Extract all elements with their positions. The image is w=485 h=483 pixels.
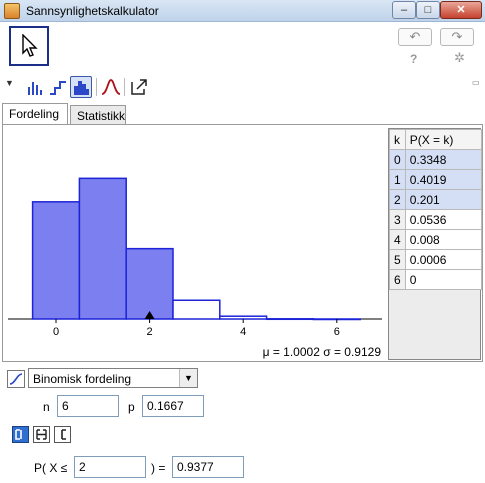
n-label: n (43, 400, 50, 414)
bar-graph-icon (28, 82, 42, 95)
table-cell-prob: 0 (404, 269, 483, 290)
step-graph-icon (50, 81, 66, 95)
x-tick-label: 0 (53, 326, 59, 338)
x-tick-label: 4 (240, 326, 246, 338)
step-graph-button[interactable] (47, 76, 69, 98)
result-field: 0.9377 (172, 456, 244, 478)
table-cell-k: 2 (389, 189, 406, 210)
toolbar-separator (124, 78, 125, 96)
table-row[interactable]: 0 0.3348 (389, 149, 483, 170)
interval-bracket-icon (36, 429, 47, 440)
gear-icon[interactable]: ✲ (454, 50, 465, 66)
app-icon (4, 3, 20, 19)
dock-icon[interactable]: ▭ (472, 78, 480, 87)
right-sided-button[interactable] (54, 426, 71, 443)
distribution-plot: 0 2 4 6 μ = 1.0002 σ = 0.9129 (6, 128, 385, 360)
table-cell-prob: 0.0536 (404, 209, 483, 230)
x-tick-label: 2 (147, 326, 153, 338)
close-button[interactable]: ✕ (440, 1, 482, 19)
probability-table-panel: k P(X = k) 0 0.3348 1 0.4019 2 0.201 3 0.053… (388, 128, 483, 360)
probability-equals-label: ) = (151, 461, 166, 475)
table-row[interactable]: 4 0.008 (389, 229, 483, 250)
normal-overlay-button[interactable] (100, 76, 122, 98)
left-bracket-icon (15, 429, 22, 440)
main-toolbar: ↶ ↷ ? ✲ (0, 22, 485, 72)
histogram-bar (31, 201, 81, 320)
cdf-curve-icon (9, 373, 23, 385)
p-label: p (128, 400, 135, 414)
histogram-bar (78, 177, 127, 320)
table-cell-prob: 0.201 (404, 189, 483, 210)
histogram-chart: 0 2 4 6 μ = 1.0002 σ = 0.9129 (8, 177, 382, 359)
toolbar-separator (96, 78, 97, 96)
table-cell-k: 0 (389, 149, 406, 170)
undo-icon: ↶ (409, 29, 421, 44)
histogram-bar (125, 247, 174, 320)
histogram-bar (172, 299, 221, 320)
chevron-down-icon[interactable]: ▼ (179, 369, 197, 387)
table-cell-k: 5 (389, 249, 406, 270)
title-bar: Sannsynlighetskalkulator – □ ✕ (0, 0, 485, 22)
distribution-panel: 0246 μ = 1.0002 σ = 0.9129 k P(X = k) 00… (2, 124, 483, 362)
normal-curve-icon (101, 79, 121, 95)
right-bracket-icon (61, 429, 66, 440)
p-input[interactable]: 0.1667 (142, 395, 204, 417)
left-sided-button[interactable] (12, 426, 29, 443)
table-row[interactable]: 1 0.4019 (389, 169, 483, 190)
bar-graph-button[interactable] (24, 76, 46, 98)
export-icon (131, 79, 147, 95)
tab-statistikk[interactable]: Statistikk (70, 105, 126, 125)
table-cell-prob: 0.0006 (404, 249, 483, 270)
probability-table: k P(X = k) 0 0.3348 1 0.4019 2 0.201 3 0.053… (389, 129, 483, 290)
redo-icon: ↷ (451, 29, 463, 44)
maximize-button[interactable]: □ (416, 1, 440, 19)
mean-sd-summary: μ = 1.0002 σ = 0.9129 (263, 345, 382, 359)
distribution-dropdown-value: Binomisk fordeling (33, 372, 132, 386)
distribution-dropdown[interactable]: Binomisk fordeling ▼ (28, 368, 198, 388)
tab-bar: Fordeling Statistikk (0, 103, 485, 125)
table-cell-k: 1 (389, 169, 406, 190)
interval-button[interactable] (33, 426, 50, 443)
parameter-panel: Binomisk fordeling ▼ n 6 p 0.1667 P( X ≤… (0, 363, 485, 483)
minimize-button[interactable]: – (392, 1, 416, 19)
cursor-icon (22, 34, 38, 57)
help-icon[interactable]: ? (410, 52, 417, 66)
table-header-prob: P(X = k) (404, 129, 483, 150)
table-cell-k: 6 (389, 269, 406, 290)
probability-prefix-label: P( X ≤ (34, 461, 68, 475)
histogram-icon (74, 81, 89, 95)
graph-toolbar: ▼ ▭ (0, 74, 485, 100)
table-row[interactable]: 5 0.0006 (389, 249, 483, 270)
histogram-bar (219, 315, 268, 320)
collapse-triangle-icon[interactable]: ▼ (5, 78, 14, 88)
table-row[interactable]: 3 0.0536 (389, 209, 483, 230)
move-tool-button[interactable] (9, 26, 49, 66)
histogram-button[interactable] (70, 76, 92, 98)
histogram-bar (265, 318, 315, 321)
table-header-k: k (389, 129, 406, 150)
cumulative-toggle-button[interactable] (7, 370, 25, 388)
table-cell-prob: 0.3348 (404, 149, 483, 170)
table-row[interactable]: 60 (389, 269, 483, 290)
bound-input[interactable]: 2 (74, 456, 146, 478)
window-title: Sannsynlighetskalkulator (26, 4, 159, 18)
n-input[interactable]: 6 (57, 395, 119, 417)
table-cell-prob: 0.008 (404, 229, 483, 250)
tab-fordeling[interactable]: Fordeling (2, 103, 68, 125)
undo-button[interactable]: ↶ (398, 28, 432, 46)
redo-button[interactable]: ↷ (440, 28, 474, 46)
table-row[interactable]: 2 0.201 (389, 189, 483, 210)
table-cell-prob: 0.4019 (404, 169, 483, 190)
x-tick-label: 6 (334, 326, 340, 338)
table-cell-k: 4 (389, 229, 406, 250)
table-cell-k: 3 (389, 209, 406, 230)
export-button[interactable] (128, 76, 150, 98)
